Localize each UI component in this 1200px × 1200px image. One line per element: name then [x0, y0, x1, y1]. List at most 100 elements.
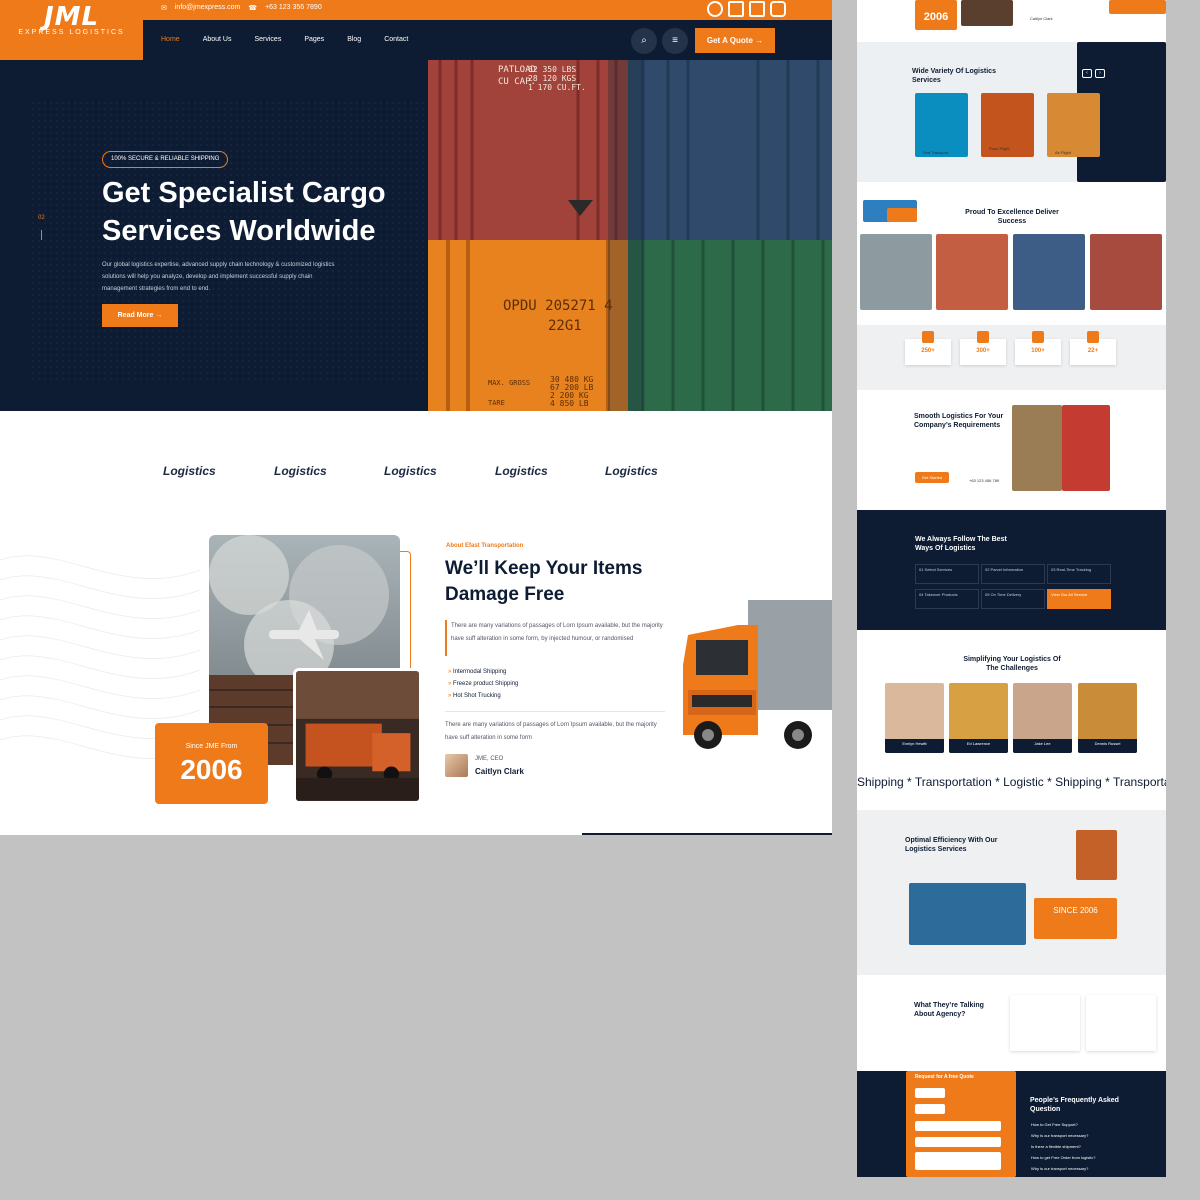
faq-item[interactable]: How to get Free Order from logistic? — [1031, 1155, 1095, 1160]
container-code: 62 350 LBS — [528, 65, 576, 74]
bottom-line — [582, 833, 832, 835]
menu-item-home[interactable]: Home — [161, 36, 180, 43]
preview-get-started-button[interactable]: Get Started — [915, 472, 949, 483]
topbar-email[interactable]: info@jmexpress.com — [175, 4, 240, 12]
quote-form-title: Request for A free Quote — [915, 1074, 974, 1080]
topbar-phone[interactable]: +63 123 356 7890 — [265, 4, 322, 12]
prev-arrow-icon[interactable]: ‹ — [1082, 69, 1092, 78]
preview-faq-section: Request for A free Quote People’s Freque… — [857, 1071, 1166, 1177]
preview-photo — [936, 234, 1008, 310]
process-step[interactable]: 03 Real-Time Tracking — [1047, 564, 1111, 584]
about-quote: There are many variations of passages of… — [451, 623, 663, 642]
form-message[interactable] — [915, 1152, 1001, 1170]
preview-section-title: Simplifying Your Logistics Of The Challe… — [963, 656, 1061, 672]
menu-item-contact[interactable]: Contact — [384, 36, 408, 43]
email-icon: ✉ — [161, 5, 167, 12]
stat-value: 250+ — [921, 348, 935, 354]
logo-mark: JML — [43, 2, 100, 32]
brand-logos: Logistics Logistics Logistics Logistics … — [0, 460, 832, 490]
main-menu: Home About Us Services Pages Blog Contac… — [161, 36, 408, 43]
hero-containers-image: PATLOAD CU CAP. 62 350 LBS 28 120 KGS 1 … — [428, 60, 832, 411]
main-page: JML EXPRESS LOGISTICS ✉ info@jmexpress.c… — [0, 0, 832, 835]
container-code: OPDU 205271 4 — [503, 298, 613, 314]
preview-service-card[interactable] — [1047, 93, 1100, 157]
marquee-text: Shipping * Transportation * Logistic * S… — [857, 775, 1166, 789]
slide-number[interactable]: 02 — [38, 215, 45, 221]
preview-section-title: We Always Follow The Best Ways Of Logist… — [915, 536, 1007, 552]
form-select[interactable] — [915, 1121, 1001, 1131]
form-field[interactable] — [915, 1088, 945, 1098]
logo[interactable]: JML EXPRESS LOGISTICS — [0, 0, 143, 60]
preview-service-card[interactable] — [915, 93, 968, 157]
container-code: 4 850 LB — [550, 399, 589, 408]
instagram-icon[interactable] — [770, 1, 786, 17]
avatar — [445, 754, 468, 777]
hamburger-icon[interactable]: ≡ — [662, 28, 688, 54]
faq-item[interactable]: How to Get Free Support? — [1031, 1122, 1078, 1127]
menu-item-pages[interactable]: Pages — [304, 36, 324, 43]
phone-icon: ☎ — [248, 5, 258, 12]
process-step[interactable]: 04 Takeover Products — [915, 589, 979, 609]
brand-logo: Logistics — [495, 464, 548, 478]
preview-phone[interactable]: +63 123 456 789 — [969, 478, 999, 483]
hero-badge: 100% SECURE & RELIABLE SHIPPING — [102, 151, 229, 168]
team-card[interactable]: Jake Lee — [1013, 683, 1072, 753]
brand-logo: Logistics — [605, 464, 658, 478]
preview-section-title: People’s Frequently Asked Question — [1030, 1097, 1119, 1113]
preview-truck-image — [1109, 0, 1166, 14]
read-more-button[interactable]: Read More → — [102, 304, 178, 327]
faq-item[interactable]: Why is our transport necessary? — [1031, 1133, 1088, 1138]
faq-item[interactable]: Is there a flexible shipment? — [1031, 1144, 1081, 1149]
menu-item-about[interactable]: About Us — [203, 36, 232, 43]
quote-bar — [445, 620, 447, 656]
stat-value: 100+ — [1031, 348, 1045, 354]
preview-requirements-section: Smooth Logistics For Your Company’s Requ… — [857, 390, 1166, 510]
preview-stat: 100+ — [1015, 331, 1061, 365]
team-member-name: Jake Lee — [1013, 739, 1072, 753]
preview-service-label: Air Flight — [1055, 150, 1071, 155]
brand-logo: Logistics — [163, 464, 216, 478]
preview-service-label: Sea Transport — [923, 150, 949, 155]
preview-stat: 300+ — [960, 331, 1006, 365]
about-eyebrow: About Efast Transportation — [446, 543, 524, 549]
menu-item-blog[interactable]: Blog — [347, 36, 361, 43]
slide-indicator — [41, 230, 42, 240]
mail-icon[interactable] — [728, 1, 744, 17]
team-card[interactable]: Dennis Russel — [1078, 683, 1137, 753]
container-code: 1 170 CU.FT. — [528, 83, 586, 92]
preview-service-label: Road Flight — [989, 146, 1010, 151]
get-quote-button[interactable]: Get A Quote → — [695, 28, 775, 53]
next-arrow-icon[interactable]: › — [1095, 69, 1105, 78]
ceo-role: JME, CEO — [475, 756, 504, 762]
preview-services-section: Wide Variety Of Logistics Services Sea T… — [857, 42, 1166, 182]
since-badge: Since JME From 2006 — [155, 723, 268, 804]
preview-plane-image — [1076, 830, 1117, 880]
since-label: Since JME From — [185, 743, 238, 750]
form-select[interactable] — [915, 1137, 1001, 1147]
preview-section-title: Wide Variety Of Logistics Services — [912, 68, 996, 84]
team-card[interactable]: Ed Lawrence — [949, 683, 1008, 753]
testimonial-card — [1086, 995, 1156, 1051]
facebook-icon[interactable] — [707, 1, 723, 17]
process-step[interactable]: 05 On Time Delivery — [981, 589, 1045, 609]
form-field[interactable] — [915, 1104, 945, 1114]
team-card[interactable]: Evelyn Hewitt — [885, 683, 944, 753]
linkedin-icon[interactable] — [749, 1, 765, 17]
preview-warehouse-image — [1012, 405, 1062, 491]
search-icon[interactable]: ⌕ — [631, 28, 657, 54]
preview-since-year: 2006 — [915, 0, 957, 30]
truck-night-image — [293, 668, 422, 804]
preview-section-title: What They’re Talking About Agency? — [914, 1002, 984, 1018]
process-step[interactable]: 01 Select Services — [915, 564, 979, 584]
menu-item-services[interactable]: Services — [254, 36, 281, 43]
view-all-services-button[interactable]: View Our All Service — [1047, 589, 1111, 609]
navbar: JML EXPRESS LOGISTICS ✉ info@jmexpress.c… — [0, 0, 832, 60]
orange-truck-image — [683, 600, 832, 749]
preview-section-title: Optimal Efficiency With Our Logistics Se… — [905, 837, 998, 853]
preview-stat: 22+ — [1070, 331, 1116, 365]
faq-item[interactable]: Why is our transport necessary? — [1031, 1166, 1088, 1171]
list-item: Freeze product Shipping — [448, 678, 518, 690]
preview-stat: 250+ — [905, 331, 951, 365]
process-step[interactable]: 02 Parcel Information — [981, 564, 1045, 584]
stat-value: 300+ — [976, 348, 990, 354]
